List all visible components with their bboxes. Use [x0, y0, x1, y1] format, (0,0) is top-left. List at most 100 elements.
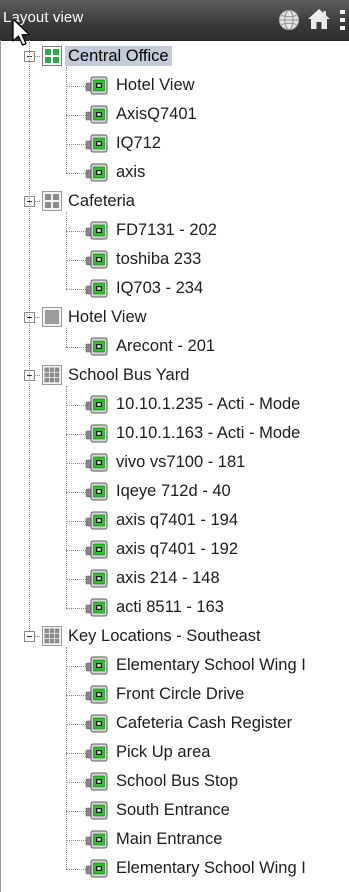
camera-item[interactable]: Iqeye 712d - 40 — [1, 477, 349, 506]
camera-item[interactable]: Arecont - 201 — [1, 332, 349, 361]
camera-icon — [85, 482, 108, 501]
tree-connector — [66, 289, 86, 290]
tree-connector — [66, 647, 67, 869]
camera-item[interactable]: 10.10.1.235 - Acti - Mode — [1, 390, 349, 419]
home-icon[interactable] — [307, 8, 331, 30]
camera-label: Cafeteria Cash Register — [116, 714, 293, 732]
camera-label: IQ712 — [116, 134, 161, 152]
tree-connector — [66, 434, 86, 435]
group-single-icon — [42, 307, 62, 327]
tree-connector — [66, 869, 86, 870]
tree-connector — [29, 40, 30, 631]
camera-label: AxisQ7401 — [116, 105, 197, 123]
camera-icon — [85, 453, 108, 472]
camera-item[interactable]: Main Entrance — [1, 825, 349, 854]
camera-item[interactable]: School Bus Stop — [1, 767, 349, 796]
camera-icon — [85, 859, 108, 878]
camera-label: axis — [116, 163, 146, 181]
camera-icon — [85, 743, 108, 762]
camera-item[interactable]: Front Circle Drive — [1, 680, 349, 709]
tree-connector — [35, 317, 40, 318]
tree-connector — [66, 840, 86, 841]
tree-connector — [66, 328, 67, 347]
tree-connector — [66, 463, 86, 464]
camera-icon — [85, 540, 108, 559]
camera-label: Elementary School Wing I — [116, 656, 306, 674]
camera-item[interactable]: Elementary School Wing I — [1, 651, 349, 680]
camera-item[interactable]: AxisQ7401 — [1, 100, 349, 129]
group-label: Central Office — [65, 46, 172, 66]
camera-item[interactable]: Hotel View — [1, 71, 349, 100]
camera-item[interactable]: South Entrance — [1, 796, 349, 825]
menu-grip-icon[interactable] — [340, 8, 346, 32]
camera-item[interactable]: 10.10.1.163 - Acti - Mode — [1, 419, 349, 448]
tree-connector — [66, 666, 86, 667]
camera-label: 10.10.1.163 - Acti - Mode — [116, 424, 301, 442]
group-label: Cafeteria — [68, 192, 135, 210]
tree-connector — [66, 86, 86, 87]
camera-label: Hotel View — [116, 76, 195, 94]
camera-label: toshiba 233 — [116, 250, 202, 268]
tree-connector — [35, 375, 40, 376]
tree-connector — [66, 782, 86, 783]
camera-item[interactable]: acti 8511 - 163 — [1, 593, 349, 622]
camera-item[interactable]: IQ712 — [1, 129, 349, 158]
mouse-cursor-icon — [12, 18, 31, 46]
camera-icon — [85, 656, 108, 675]
tree-group-0[interactable]: Central Office — [1, 42, 349, 71]
tree-connector — [66, 260, 86, 261]
camera-item[interactable]: FD7131 - 202 — [1, 216, 349, 245]
camera-item[interactable]: axis q7401 - 194 — [1, 506, 349, 535]
camera-item[interactable]: toshiba 233 — [1, 245, 349, 274]
camera-icon — [85, 163, 108, 182]
group-grid-3x3-icon — [42, 365, 62, 385]
camera-item[interactable]: Pick Up area — [1, 738, 349, 767]
camera-icon — [85, 569, 108, 588]
group-grid-green-icon — [42, 46, 62, 66]
camera-item[interactable]: Elementary School Wing I — [1, 854, 349, 883]
tree-connector — [35, 201, 40, 202]
camera-icon — [85, 714, 108, 733]
camera-label: School Bus Stop — [116, 772, 238, 790]
tree-group-2[interactable]: Hotel View — [1, 303, 349, 332]
camera-item[interactable]: axis 214 - 148 — [1, 564, 349, 593]
camera-item[interactable]: axis q7401 - 192 — [1, 535, 349, 564]
camera-icon — [85, 279, 108, 298]
tree-group-4[interactable]: Key Locations - Southeast — [1, 622, 349, 651]
camera-label: Arecont - 201 — [116, 337, 216, 355]
layout-tree[interactable]: Central Office Hotel View AxisQ7401 IQ712 ax… — [0, 40, 349, 892]
tree-connector — [66, 550, 86, 551]
camera-item[interactable]: axis — [1, 158, 349, 187]
camera-icon — [85, 250, 108, 269]
tree-connector — [66, 579, 86, 580]
collapse-toggle[interactable] — [24, 631, 35, 642]
tree-connector — [66, 212, 67, 289]
camera-item[interactable]: IQ703 - 234 — [1, 274, 349, 303]
globe-icon[interactable] — [278, 9, 300, 31]
camera-icon — [85, 685, 108, 704]
tree-group-3[interactable]: School Bus Yard — [1, 361, 349, 390]
camera-icon — [85, 424, 108, 443]
tree-connector — [66, 173, 86, 174]
camera-icon — [85, 511, 108, 530]
group-label: Hotel View — [68, 308, 147, 326]
camera-item[interactable]: vivo vs7100 - 181 — [1, 448, 349, 477]
tree-connector — [66, 724, 86, 725]
tree-connector — [66, 386, 67, 608]
tree-connector — [66, 695, 86, 696]
tree-group-1[interactable]: Cafeteria — [1, 187, 349, 216]
camera-label: Iqeye 712d - 40 — [116, 482, 231, 500]
tree-connector — [66, 115, 86, 116]
tree-connector — [66, 521, 86, 522]
camera-label: axis q7401 - 192 — [116, 540, 239, 558]
tree-connector — [66, 811, 86, 812]
camera-icon — [85, 395, 108, 414]
camera-label: IQ703 - 234 — [116, 279, 204, 297]
camera-label: South Entrance — [116, 801, 230, 819]
camera-icon — [85, 772, 108, 791]
camera-item[interactable]: Cafeteria Cash Register — [1, 709, 349, 738]
tree-connector — [66, 405, 86, 406]
camera-icon — [85, 801, 108, 820]
camera-icon — [85, 76, 108, 95]
tree-connector — [66, 753, 86, 754]
